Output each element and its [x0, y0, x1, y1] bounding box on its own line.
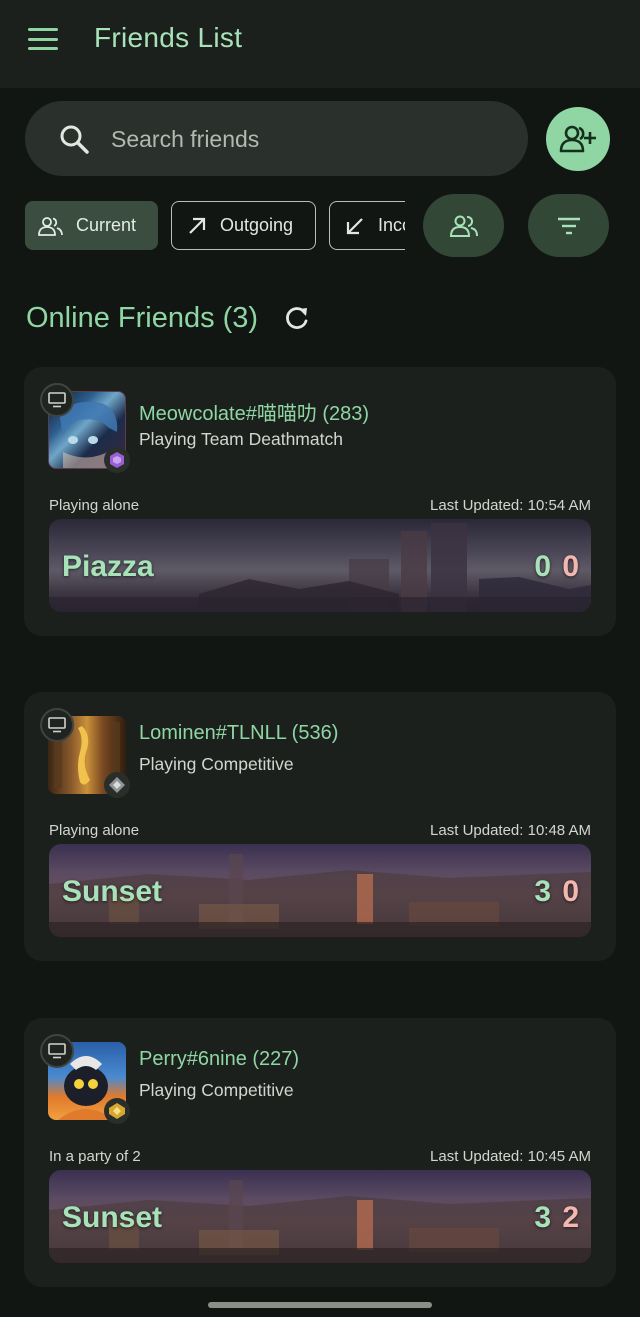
- enemy-score: 2: [562, 1201, 579, 1234]
- ally-score: 3: [534, 875, 551, 908]
- friend-name: Perry#6nine (227): [139, 1048, 300, 1070]
- filter-chip-incoming[interactable]: Incoming: [329, 201, 405, 250]
- friend-status: Playing Team Deathmatch: [139, 429, 343, 449]
- map-name: Sunset: [62, 875, 163, 908]
- friend-card[interactable]: Lominen#TLNLL (536) Playing Competitive …: [24, 692, 616, 961]
- page-title: Friends List: [94, 22, 243, 53]
- rank-badge-icon: [104, 772, 130, 798]
- people-icon: [38, 216, 63, 236]
- gesture-handle[interactable]: [208, 1302, 432, 1308]
- search-input[interactable]: [111, 121, 501, 157]
- friend-card[interactable]: Perry#6nine (227) Playing Competitive In…: [24, 1018, 616, 1287]
- map-banner: Sunset 3 2: [49, 1170, 591, 1263]
- add-friend-button[interactable]: [546, 107, 610, 171]
- party-status: In a party of 2: [49, 1148, 141, 1165]
- filter-chip-label: Incoming: [378, 215, 405, 235]
- map-banner: Sunset 3 0: [49, 844, 591, 937]
- filter-chip-label: Current: [76, 215, 137, 235]
- section-title: Online Friends (3): [26, 302, 259, 334]
- group-view-button[interactable]: [423, 194, 504, 257]
- map-name: Piazza: [62, 550, 154, 583]
- search-bar[interactable]: [25, 101, 528, 176]
- filter-chip-label: Outgoing: [220, 215, 294, 235]
- friend-name: Meowcolate#喵喵叻 (283): [139, 403, 370, 425]
- friend-status: Playing Competitive: [139, 754, 294, 774]
- filter-chips: Current Outgoing Incoming: [25, 200, 405, 252]
- refresh-icon[interactable]: [283, 304, 311, 332]
- arrow-down-left-icon: [346, 217, 363, 234]
- app-bar: Friends List: [0, 0, 640, 88]
- friend-card[interactable]: Meowcolate#喵喵叻 (283) Playing Team Deathm…: [24, 367, 616, 636]
- add-person-icon: [559, 125, 596, 153]
- friend-status: Playing Competitive: [139, 1080, 294, 1100]
- desktop-icon: [40, 383, 74, 417]
- rank-badge-icon: [104, 1098, 130, 1124]
- arrow-up-right-icon: [189, 217, 206, 234]
- map-banner: Piazza 0 0: [49, 519, 591, 612]
- map-name: Sunset: [62, 1201, 163, 1234]
- last-updated: Last Updated: 10:48 AM: [430, 822, 591, 839]
- sort-icon: [557, 217, 580, 234]
- rank-badge-icon: [104, 447, 130, 473]
- people-icon: [449, 215, 478, 237]
- party-status: Playing alone: [49, 822, 140, 839]
- last-updated: Last Updated: 10:54 AM: [430, 497, 591, 514]
- friend-name: Lominen#TLNLL (536): [139, 722, 339, 744]
- sort-button[interactable]: [528, 194, 609, 257]
- ally-score: 0: [534, 550, 551, 583]
- enemy-score: 0: [562, 550, 579, 583]
- menu-icon[interactable]: [26, 24, 60, 54]
- filter-chip-current[interactable]: Current: [25, 201, 158, 250]
- desktop-icon: [40, 708, 74, 742]
- ally-score: 3: [534, 1201, 551, 1234]
- search-icon: [60, 125, 89, 154]
- filter-chip-outgoing[interactable]: Outgoing: [171, 201, 316, 250]
- desktop-icon: [40, 1034, 74, 1068]
- party-status: Playing alone: [49, 497, 140, 514]
- enemy-score: 0: [562, 875, 579, 908]
- last-updated: Last Updated: 10:45 AM: [430, 1148, 591, 1165]
